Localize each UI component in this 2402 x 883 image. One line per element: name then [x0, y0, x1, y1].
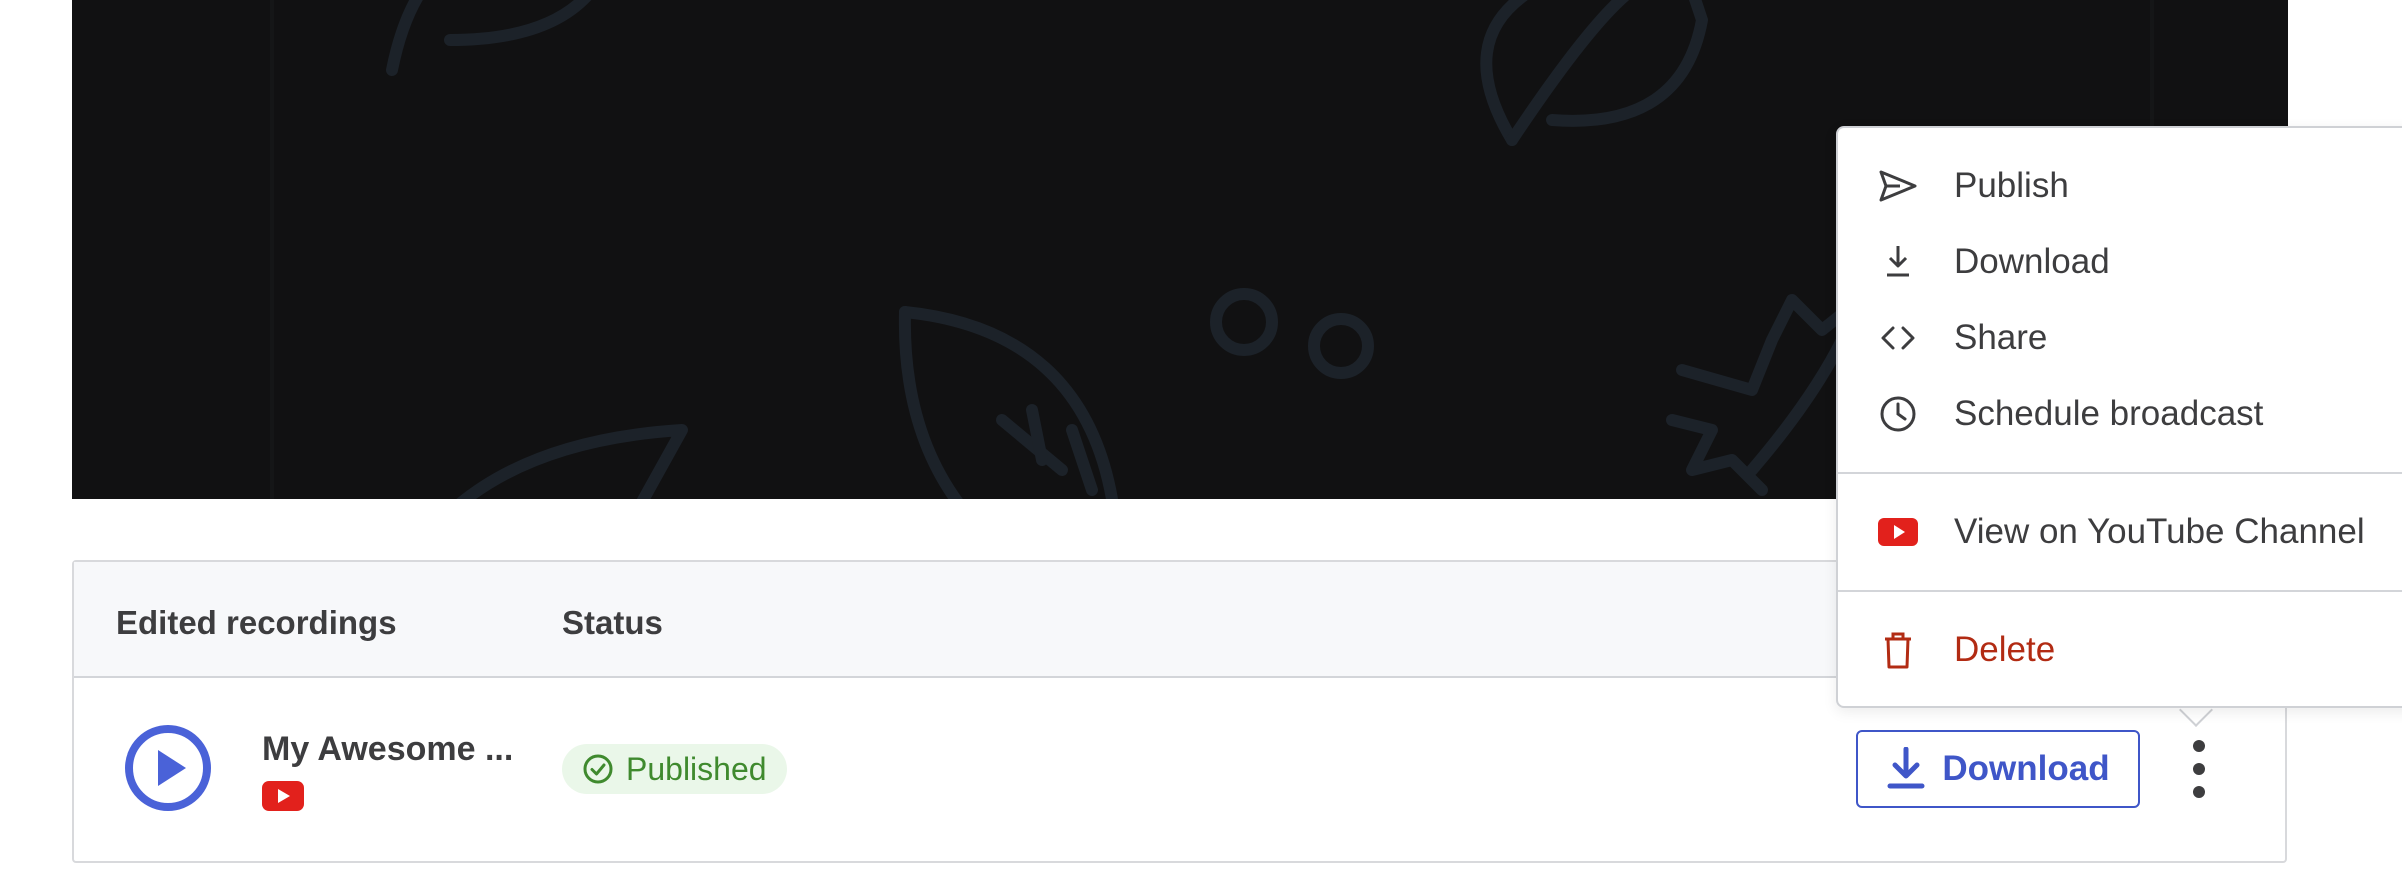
menu-item-publish[interactable]: Publish [1838, 150, 2402, 222]
menu-item-label: Share [1954, 318, 2048, 357]
youtube-icon [1878, 518, 1918, 546]
column-header-status: Status [562, 604, 663, 641]
menu-item-label: Publish [1954, 166, 2069, 205]
menu-item-label: Delete [1954, 630, 2056, 669]
menu-item-label: Download [1954, 242, 2110, 281]
menu-item-label: View on YouTube Channel [1954, 512, 2365, 551]
menu-item-schedule-broadcast[interactable]: Schedule broadcast [1838, 378, 2402, 450]
menu-divider [1838, 590, 2402, 592]
status-badge: Published [562, 744, 787, 794]
menu-item-view-on-youtube[interactable]: View on YouTube Channel [1838, 496, 2402, 568]
youtube-icon [262, 781, 304, 811]
download-button[interactable]: Download [1856, 730, 2140, 808]
download-button-label: Download [1942, 749, 2110, 788]
download-icon [1887, 246, 1909, 277]
menu-item-delete[interactable]: Delete [1838, 614, 2402, 686]
column-header-edited-recordings: Edited recordings [116, 604, 397, 641]
menu-item-download[interactable]: Download [1838, 226, 2402, 298]
play-icon[interactable] [124, 724, 212, 812]
recording-title[interactable]: My Awesome ... [262, 730, 513, 769]
status-text: Published [626, 750, 767, 787]
check-circle-icon [583, 754, 613, 784]
more-options-icon[interactable] [2182, 738, 2216, 800]
trash-icon [1885, 632, 1911, 669]
menu-item-label: Schedule broadcast [1954, 394, 2264, 433]
menu-item-share[interactable]: Share [1838, 302, 2402, 374]
code-icon [1881, 326, 1915, 350]
download-icon [1887, 747, 1925, 789]
context-menu: Publish Download Share Schedule broadcas… [1836, 126, 2402, 708]
send-icon [1879, 170, 1917, 202]
clock-icon [1880, 396, 1916, 432]
menu-divider [1838, 472, 2402, 474]
